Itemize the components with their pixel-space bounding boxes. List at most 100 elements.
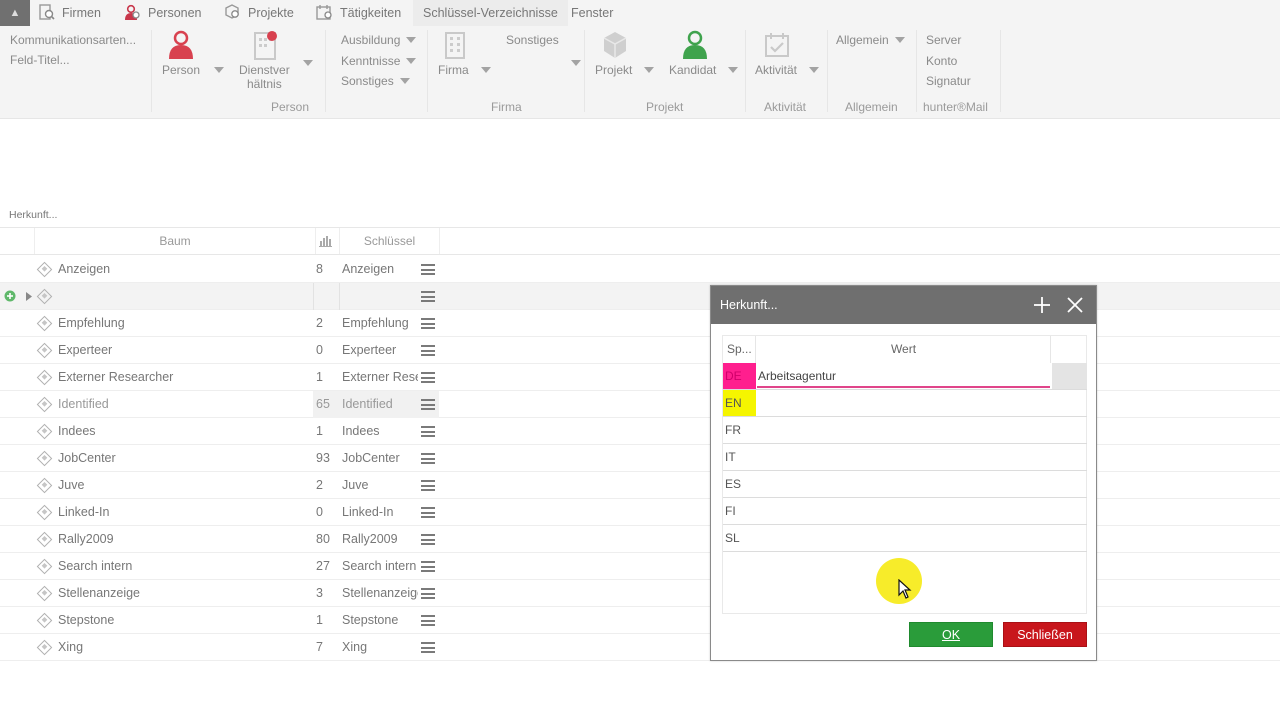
hamburger-menu-icon[interactable]: [421, 561, 435, 572]
row-name: Empfehlung: [58, 316, 125, 330]
chevron-down-icon[interactable]: [571, 60, 581, 66]
kommunikationsarten-link[interactable]: Kommunikationsarten...: [10, 33, 136, 47]
hamburger-menu-icon[interactable]: [421, 264, 435, 275]
ribbon-divider: [1000, 30, 1001, 112]
tab-projekte[interactable]: Projekte: [224, 0, 294, 26]
lang-cell: FR: [725, 423, 741, 437]
hamburger-menu-icon[interactable]: [421, 642, 435, 653]
plus-icon[interactable]: [1033, 296, 1051, 314]
hamburger-menu-icon[interactable]: [421, 615, 435, 626]
dienstverhaeltnis-icon: [254, 31, 277, 60]
hamburger-menu-icon[interactable]: [421, 480, 435, 491]
group-aktivitaet-label: Aktivität: [764, 100, 807, 114]
chevron-down-icon: [406, 37, 417, 43]
col-sprache-header[interactable]: Sp...: [723, 336, 756, 363]
col-schluessel-header[interactable]: Schlüssel: [339, 228, 440, 254]
dienst-label-2: hältnis: [247, 77, 282, 91]
list-row[interactable]: Anzeigen 8 Anzeigen: [0, 256, 1280, 283]
hamburger-menu-icon[interactable]: [421, 318, 435, 329]
row-key: Experteer: [342, 343, 397, 357]
ribbon-divider: [151, 30, 152, 112]
hamburger-menu-icon[interactable]: [421, 588, 435, 599]
row-count: 7: [316, 640, 323, 654]
tab-schluessel-verzeichnisse[interactable]: Schlüssel-Verzeichnisse: [413, 0, 568, 26]
tab-fenster[interactable]: Fenster: [571, 0, 613, 26]
ausbildung-button[interactable]: Ausbildung: [341, 33, 417, 47]
tab-taetigkeiten[interactable]: Tätigkeiten: [316, 0, 401, 26]
schliessen-button[interactable]: Schließen: [1003, 622, 1087, 647]
grid-row[interactable]: SL: [723, 525, 1087, 552]
server-button[interactable]: Server: [926, 33, 961, 47]
allgemein-label: Allgemein: [836, 33, 889, 47]
sonstiges-person-button[interactable]: Sonstiges: [341, 74, 410, 88]
row-count: 0: [316, 343, 323, 357]
sonstiges-firma-button[interactable]: Sonstiges: [506, 33, 559, 47]
signatur-button[interactable]: Signatur: [926, 74, 971, 88]
chevron-down-icon: [644, 67, 655, 73]
node-icon: [36, 423, 53, 440]
node-icon: [36, 288, 53, 305]
chevron-down-icon[interactable]: [303, 60, 313, 66]
row-key: Juve: [342, 478, 369, 492]
person-button[interactable]: Person: [162, 63, 225, 77]
row-key: Xing: [342, 640, 368, 654]
hamburger-menu-icon[interactable]: [421, 453, 435, 464]
grid-row[interactable]: EN: [723, 390, 1087, 417]
node-icon: [36, 531, 53, 548]
kandidat-button[interactable]: Kandidat: [669, 63, 739, 77]
grid-row[interactable]: FR: [723, 417, 1087, 444]
firma-button[interactable]: Firma: [438, 63, 491, 77]
ok-button[interactable]: OK: [909, 622, 993, 647]
tab-firmen[interactable]: Firmen: [38, 0, 101, 26]
ribbon-divider: [325, 30, 326, 112]
group-allgemein-label: Allgemein: [845, 100, 898, 114]
hamburger-menu-icon[interactable]: [421, 345, 435, 356]
row-name: Identified: [58, 397, 109, 411]
col-divider: [339, 283, 340, 310]
konto-button[interactable]: Konto: [926, 54, 957, 68]
company-search-icon: [39, 4, 55, 20]
grid-row[interactable]: FI: [723, 498, 1087, 525]
hamburger-menu-icon[interactable]: [421, 372, 435, 383]
row-count: 8: [316, 262, 323, 276]
projekt-button[interactable]: Projekt: [595, 63, 655, 77]
chart-icon[interactable]: [319, 235, 332, 247]
ribbon-divider: [827, 30, 828, 112]
row-name: Stellenanzeige: [58, 586, 141, 600]
ribbon-divider: [916, 30, 917, 112]
group-firma-label: Firma: [491, 100, 522, 114]
node-icon: [36, 450, 53, 467]
tab-personen[interactable]: Personen: [124, 0, 202, 26]
hamburger-menu-icon[interactable]: [421, 399, 435, 410]
row-count: 1: [316, 370, 323, 384]
hamburger-menu-icon[interactable]: [421, 426, 435, 437]
group-huntermail-label: hunter®Mail: [923, 100, 988, 114]
grid-row[interactable]: ES: [723, 471, 1087, 498]
expand-arrow-icon[interactable]: [25, 292, 33, 301]
grid-row[interactable]: IT: [723, 444, 1087, 471]
chevron-down-icon: [399, 78, 410, 84]
row-action-cell[interactable]: [1052, 363, 1087, 389]
lang-cell: DE: [723, 363, 756, 389]
allgemein-button[interactable]: Allgemein: [836, 33, 905, 47]
grid-row[interactable]: DE Arbeitsagentur: [723, 363, 1087, 390]
hamburger-menu-icon[interactable]: [421, 291, 435, 302]
hamburger-menu-icon[interactable]: [421, 507, 435, 518]
row-key: Anzeigen: [342, 262, 395, 276]
dialog-titlebar[interactable]: Herkunft...: [711, 286, 1096, 324]
kenntnisse-button[interactable]: Kenntnisse: [341, 54, 417, 68]
close-icon[interactable]: [1066, 296, 1084, 314]
dienstverhaeltnis-button[interactable]: Dienstver hältnis: [239, 63, 290, 91]
group-person-label: Person: [271, 100, 310, 114]
app-logo[interactable]: ▲: [0, 0, 30, 26]
col-baum-header[interactable]: Baum: [34, 228, 316, 254]
feld-titel-link[interactable]: Feld-Titel...: [10, 53, 70, 67]
tab-firmen-label: Firmen: [62, 6, 101, 20]
add-circle-icon[interactable]: [4, 290, 16, 302]
herkunft-dialog: Herkunft... Sp... Wert DE Arbeitsagentur…: [710, 285, 1097, 661]
col-wert-header[interactable]: Wert: [757, 336, 1051, 363]
ribbon: Kommunikationsarten... Feld-Titel... Per…: [0, 26, 1280, 119]
aktivitaet-label: Aktivität: [755, 63, 798, 77]
hamburger-menu-icon[interactable]: [421, 534, 435, 545]
aktivitaet-button[interactable]: Aktivität: [755, 63, 820, 77]
